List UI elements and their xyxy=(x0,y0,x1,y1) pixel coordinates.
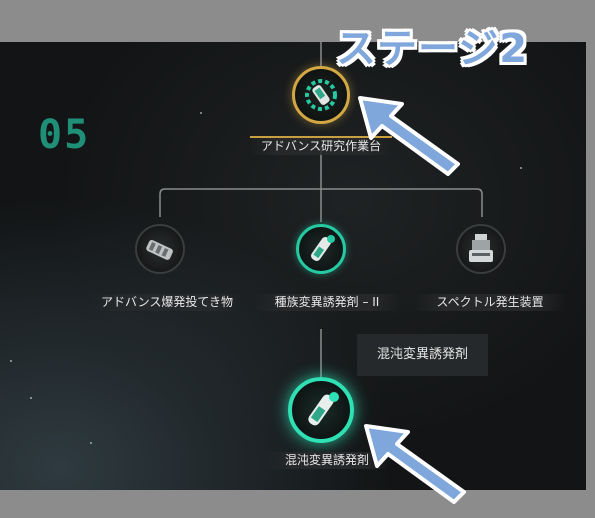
node-label-right: スペクトル発生装置 xyxy=(414,294,566,311)
mutagen-icon xyxy=(308,392,339,426)
node-spectrum-generator[interactable] xyxy=(456,224,506,274)
annotation-arrow-icon xyxy=(364,424,466,504)
node-species-mutagen-2[interactable] xyxy=(296,224,346,274)
spectrum-device-icon xyxy=(469,234,493,262)
annotation-title: ステージ2 xyxy=(336,26,529,72)
node-label-left: アドバンス爆発投てき物 xyxy=(92,294,242,311)
node-chaos-mutagen[interactable] xyxy=(288,377,354,443)
mutagen-icon xyxy=(305,79,337,111)
node-advanced-explosives[interactable] xyxy=(135,224,185,274)
node-advanced-workbench[interactable] xyxy=(292,66,350,124)
tooltip: 混沌変異誘発剤 xyxy=(357,334,488,376)
grenade-icon xyxy=(146,239,173,260)
annotation-arrow-icon xyxy=(358,96,460,176)
tech-tree-panel: 05 アドバンス研究作業台 アドバンス爆発投てき物 種族変異誘発剤 – II ス… xyxy=(0,42,586,490)
node-label-center: 種族変異誘発剤 – II xyxy=(253,294,401,311)
mutagen-icon xyxy=(311,235,335,261)
